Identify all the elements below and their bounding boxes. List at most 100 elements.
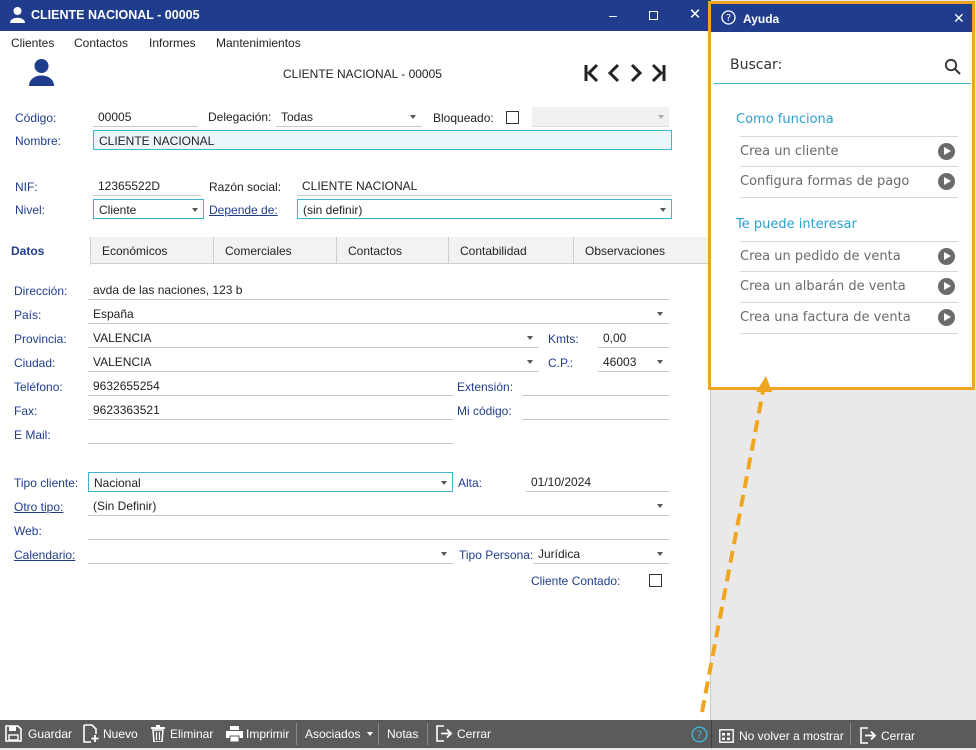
- eliminar-button[interactable]: Eliminar: [151, 720, 213, 748]
- first-record-icon[interactable]: [584, 63, 599, 83]
- web-field[interactable]: [88, 520, 669, 540]
- help-icon[interactable]: ?: [691, 726, 708, 743]
- delegacion-select[interactable]: Todas: [276, 107, 422, 127]
- mi-codigo-label: Mi código:: [457, 404, 512, 418]
- pais-select[interactable]: España: [88, 304, 669, 324]
- chevron-down-icon: [441, 552, 447, 556]
- help-item-albaran-venta[interactable]: Crea un albarán de venta: [740, 272, 958, 303]
- help-item-crea-cliente[interactable]: Crea un cliente: [740, 136, 958, 167]
- email-field[interactable]: [88, 424, 453, 444]
- help-item-label: Crea un pedido de venta: [740, 249, 901, 264]
- chevron-down-icon: [660, 208, 666, 212]
- maximize-button[interactable]: [643, 6, 663, 24]
- chevron-down-icon: [657, 360, 663, 364]
- calendario-link[interactable]: Calendario:: [14, 548, 75, 562]
- ciudad-select[interactable]: VALENCIA: [88, 352, 539, 372]
- previous-record-icon[interactable]: [607, 63, 620, 83]
- menu-contactos[interactable]: Contactos: [74, 36, 128, 50]
- tab-comerciales[interactable]: Comerciales: [214, 237, 337, 264]
- nuevo-label: Nuevo: [103, 727, 138, 741]
- bloqueado-reason-select[interactable]: [532, 107, 669, 127]
- alta-field[interactable]: 01/10/2024: [526, 472, 669, 492]
- cerrar-help-label: Cerrar: [881, 729, 916, 743]
- cliente-contado-checkbox[interactable]: [649, 574, 662, 587]
- direccion-field[interactable]: avda de las naciones, 123 b: [88, 280, 669, 300]
- cp-select[interactable]: 46003: [598, 352, 669, 372]
- otro-tipo-select[interactable]: (Sin Definir): [88, 496, 669, 516]
- depende-de-select[interactable]: (sin definir): [297, 199, 672, 219]
- help-item-factura-venta[interactable]: Crea una factura de venta: [740, 303, 958, 334]
- razon-social-field[interactable]: CLIENTE NACIONAL: [297, 176, 672, 196]
- toolbar-divider: [850, 723, 851, 745]
- no-volver-mostrar-button[interactable]: No volver a mostrar: [719, 722, 844, 750]
- chevron-down-icon: [658, 115, 664, 119]
- tipo-persona-select[interactable]: Jurídica: [533, 544, 669, 564]
- otro-tipo-link[interactable]: Otro tipo:: [14, 500, 63, 514]
- tab-contabilidad[interactable]: Contabilidad: [449, 237, 574, 264]
- cerrar-button[interactable]: Cerrar: [436, 720, 491, 748]
- minimize-button[interactable]: –: [603, 6, 623, 24]
- menu-mantenimientos[interactable]: Mantenimientos: [216, 36, 301, 50]
- client-avatar-icon: [29, 59, 54, 86]
- provincia-select[interactable]: VALENCIA: [88, 328, 539, 348]
- help-search-box[interactable]: Buscar:: [714, 44, 971, 84]
- tab-observaciones[interactable]: Observaciones: [574, 237, 711, 264]
- notas-button[interactable]: Notas: [387, 720, 418, 748]
- help-item-label: Crea un albarán de venta: [740, 279, 906, 294]
- asociados-menu[interactable]: Asociados: [305, 720, 373, 748]
- help-item-formas-pago[interactable]: Configura formas de pago: [740, 167, 958, 198]
- codigo-field[interactable]: 00005: [93, 107, 198, 127]
- pais-label: País:: [14, 308, 42, 322]
- extension-field[interactable]: [522, 376, 669, 396]
- nombre-label: Nombre:: [15, 134, 62, 148]
- help-title: Ayuda: [743, 12, 780, 26]
- fax-field[interactable]: 9623363521: [88, 400, 453, 420]
- nivel-label: Nivel:: [15, 203, 46, 217]
- next-record-icon[interactable]: [630, 63, 643, 83]
- close-help-icon[interactable]: ✕: [953, 10, 965, 27]
- printer-icon: [226, 726, 243, 742]
- chevron-down-icon: [366, 732, 373, 736]
- razon-social-label: Razón social:: [209, 180, 282, 194]
- close-window-button[interactable]: ✕: [685, 6, 705, 24]
- guardar-button[interactable]: Guardar: [5, 720, 72, 748]
- mi-codigo-field[interactable]: [522, 400, 669, 420]
- record-navigation: [584, 63, 666, 83]
- cp-value: 46003: [603, 355, 637, 369]
- ciudad-value: VALENCIA: [93, 355, 152, 369]
- calendario-select[interactable]: [88, 544, 453, 564]
- tab-contactos[interactable]: Contactos: [337, 237, 449, 264]
- nivel-select[interactable]: Cliente: [93, 199, 204, 219]
- chevron-down-icon: [410, 115, 416, 119]
- bloqueado-checkbox[interactable]: [506, 111, 519, 124]
- tab-economicos-label: Económicos: [102, 244, 168, 258]
- nif-field[interactable]: 12365522D: [93, 176, 201, 196]
- fax-label: Fax:: [14, 404, 38, 418]
- telefono-field[interactable]: 9632655254: [88, 376, 453, 396]
- menu-informes[interactable]: Informes: [149, 36, 196, 50]
- menu-clientes[interactable]: Clientes: [11, 36, 54, 50]
- tipo-cliente-select[interactable]: Nacional: [88, 472, 453, 492]
- ciudad-label: Ciudad:: [14, 356, 56, 370]
- email-label: E Mail:: [14, 428, 51, 442]
- kmts-field[interactable]: 0,00: [598, 328, 669, 348]
- depende-de-value: (sin definir): [303, 203, 363, 217]
- imprimir-button[interactable]: Imprimir: [226, 720, 289, 748]
- tab-datos[interactable]: Datos: [0, 237, 91, 265]
- nuevo-button[interactable]: Nuevo: [82, 720, 138, 748]
- cerrar-help-button[interactable]: Cerrar: [860, 722, 915, 750]
- search-icon[interactable]: [944, 58, 961, 75]
- nombre-field[interactable]: CLIENTE NACIONAL: [93, 130, 672, 150]
- exit-icon: [860, 727, 877, 744]
- codigo-label: Código:: [15, 111, 57, 125]
- help-item-pedido-venta[interactable]: Crea un pedido de venta: [740, 241, 958, 272]
- last-record-icon[interactable]: [651, 63, 666, 83]
- record-title: CLIENTE NACIONAL - 00005: [283, 67, 442, 81]
- calendar-icon: [719, 729, 734, 743]
- pais-value: España: [93, 307, 134, 321]
- toolbar-divider: [711, 720, 712, 748]
- chevron-down-icon: [441, 481, 447, 485]
- tab-economicos[interactable]: Económicos: [91, 237, 214, 264]
- depende-de-link[interactable]: Depende de:: [209, 203, 278, 217]
- imprimir-label: Imprimir: [246, 727, 290, 741]
